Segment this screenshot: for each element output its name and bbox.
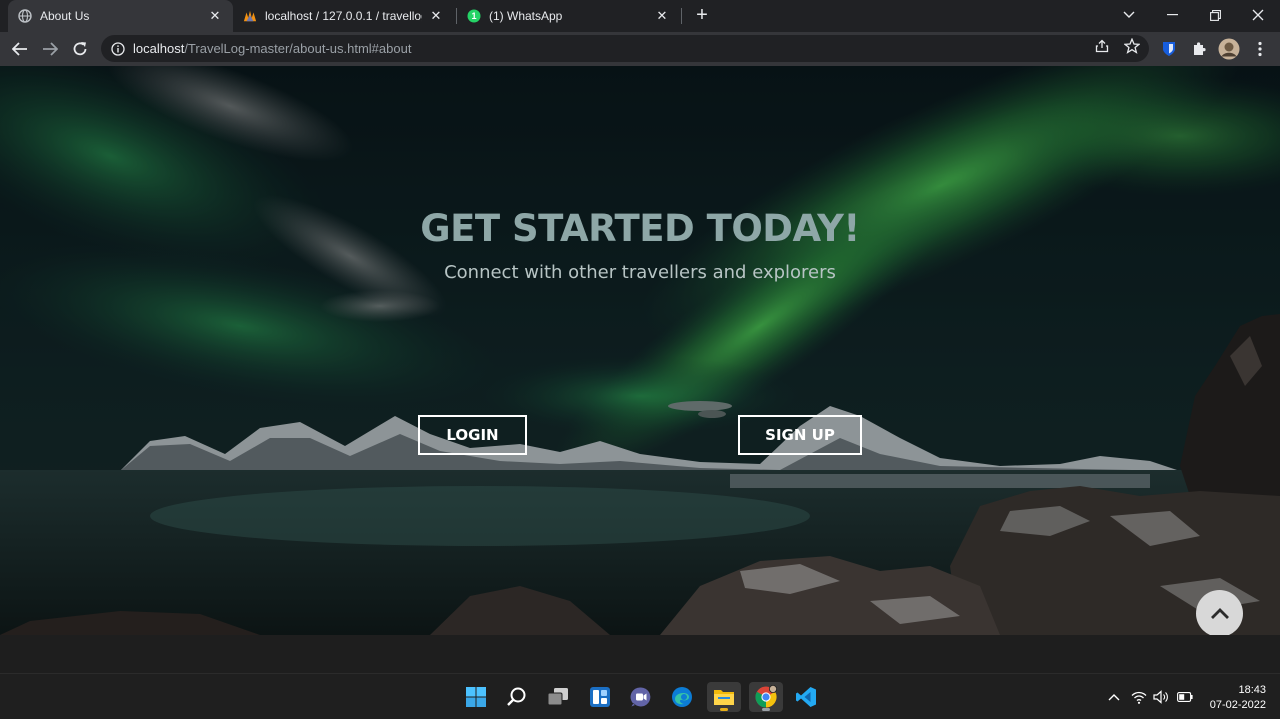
puzzle-icon: [1194, 42, 1206, 55]
phpmyadmin-icon: [243, 10, 257, 22]
arrow-left-icon: [12, 42, 27, 56]
minimize-button[interactable]: [1149, 0, 1195, 30]
minimize-icon: [1166, 14, 1178, 16]
url-host: localhost: [133, 41, 185, 56]
windows-start-icon: [466, 687, 486, 707]
chrome-icon: [755, 685, 777, 708]
profile-avatar[interactable]: [1217, 37, 1241, 61]
avatar-icon: [1218, 38, 1240, 60]
login-button[interactable]: LOGIN: [418, 415, 527, 455]
page-viewport: GET STARTED TODAY! Connect with other tr…: [0, 66, 1280, 635]
tab-about-us[interactable]: About Us ✕: [8, 0, 233, 32]
shield-icon: [1163, 42, 1175, 56]
star-icon: [1124, 38, 1140, 54]
tab-title: About Us: [40, 9, 90, 23]
signup-button[interactable]: SIGN UP: [738, 415, 862, 455]
file-explorer-button[interactable]: [707, 682, 741, 712]
widgets-button[interactable]: [585, 682, 615, 712]
taskbar-search-button[interactable]: [502, 682, 532, 712]
extension-bitwarden[interactable]: [1157, 37, 1181, 61]
hero-subtitle: Connect with other travellers and explor…: [444, 262, 836, 283]
aurora-landscape-background: [0, 66, 1280, 635]
task-view-button[interactable]: [543, 682, 573, 712]
reload-icon: [73, 42, 87, 56]
clock-date: 07-02-2022: [1209, 699, 1266, 711]
extensions-button[interactable]: [1187, 37, 1211, 61]
task-view-icon: [547, 688, 568, 706]
back-button[interactable]: [8, 37, 32, 61]
edge-icon: [672, 687, 692, 707]
search-icon: [507, 687, 526, 706]
share-button[interactable]: [1092, 37, 1112, 55]
chrome-button[interactable]: [749, 682, 783, 712]
tab-whatsapp[interactable]: 1 (1) WhatsApp ✕: [457, 0, 680, 32]
browser-toolbar: localhost/TravelLog-master/about-us.html…: [0, 32, 1280, 66]
close-tab-icon[interactable]: ✕: [654, 8, 670, 24]
windows-taskbar: 18:43 07-02-2022: [0, 673, 1280, 719]
browser-tab-strip: About Us ✕ localhost / 127.0.0.1 / trave…: [0, 0, 1280, 32]
edge-button[interactable]: [667, 682, 697, 712]
share-icon: [1095, 39, 1109, 53]
chevron-down-icon: [1123, 11, 1135, 18]
close-window-button[interactable]: [1235, 0, 1280, 30]
url-text: localhost/TravelLog-master/about-us.html…: [133, 41, 411, 56]
url-path: /TravelLog-master/about-us.html#about: [184, 41, 412, 56]
battery-icon: [1177, 692, 1193, 702]
close-tab-icon[interactable]: ✕: [428, 8, 444, 24]
battery-status[interactable]: [1176, 688, 1194, 706]
page-footer-strip: [0, 635, 1280, 673]
info-icon[interactable]: [111, 41, 125, 56]
new-tab-button[interactable]: +: [690, 4, 714, 28]
tab-title: localhost / 127.0.0.1 / travellog | p: [265, 9, 422, 23]
wifi-status[interactable]: [1130, 688, 1148, 706]
teams-chat-icon: [630, 687, 651, 707]
clock-time: 18:43: [1238, 684, 1266, 696]
file-explorer-icon: [714, 690, 734, 705]
bookmark-button[interactable]: [1122, 37, 1142, 55]
chevron-up-icon: [1210, 607, 1229, 619]
maximize-button[interactable]: [1192, 0, 1238, 30]
vscode-button[interactable]: [791, 682, 821, 712]
tab-search-button[interactable]: [1106, 0, 1152, 30]
svg-text:1: 1: [471, 11, 476, 21]
arrow-right-icon: [43, 42, 58, 56]
chevron-up-icon: [1108, 694, 1120, 701]
speaker-icon: [1153, 690, 1168, 704]
close-icon: [1252, 9, 1264, 21]
volume-status[interactable]: [1152, 688, 1170, 706]
windows-start-button[interactable]: [461, 682, 491, 712]
reload-button[interactable]: [68, 37, 92, 61]
running-indicator: [720, 708, 728, 711]
widgets-icon: [590, 687, 610, 707]
vscode-icon: [796, 687, 816, 707]
wifi-icon: [1131, 691, 1147, 704]
chrome-menu-button[interactable]: [1248, 37, 1272, 61]
tab-divider: [681, 8, 682, 24]
tab-title: (1) WhatsApp: [489, 9, 563, 23]
taskbar-clock[interactable]: 18:43 07-02-2022: [1210, 683, 1266, 713]
scroll-to-top-button[interactable]: [1196, 590, 1243, 635]
address-bar[interactable]: localhost/TravelLog-master/about-us.html…: [101, 35, 1149, 62]
kebab-menu-icon: [1258, 41, 1262, 57]
restore-icon: [1209, 9, 1221, 21]
running-indicator: [762, 708, 770, 711]
show-hidden-icons-button[interactable]: [1105, 688, 1123, 706]
whatsapp-icon: 1: [467, 9, 481, 23]
globe-icon: [18, 9, 32, 23]
hero-title: GET STARTED TODAY!: [420, 207, 860, 250]
teams-chat-button[interactable]: [626, 682, 656, 712]
close-tab-icon[interactable]: ✕: [207, 8, 223, 24]
tab-phpmyadmin[interactable]: localhost / 127.0.0.1 / travellog | p ✕: [233, 0, 454, 32]
forward-button[interactable]: [38, 37, 62, 61]
